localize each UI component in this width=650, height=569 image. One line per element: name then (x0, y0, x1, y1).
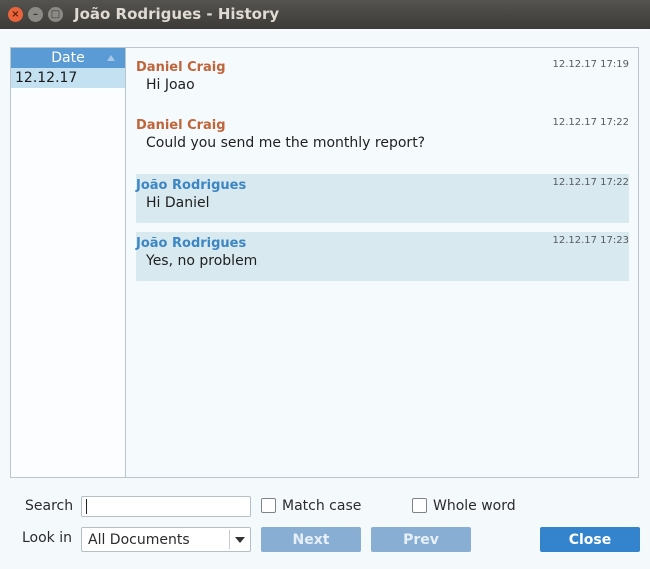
chevron-down-icon[interactable] (235, 537, 245, 543)
match-case-checkbox[interactable] (261, 498, 276, 513)
sort-ascending-icon (107, 55, 115, 61)
select-divider (229, 530, 230, 549)
date-header-label: Date (51, 50, 85, 66)
next-button[interactable]: Next (261, 527, 361, 552)
message-sender: Daniel Craig (136, 60, 226, 75)
minimize-icon[interactable]: – (28, 7, 43, 22)
search-input[interactable] (81, 496, 251, 517)
look-in-label: Look in (22, 530, 73, 546)
message-item: Daniel Craig 12.12.17 17:22 Could you se… (136, 114, 629, 163)
match-case-label[interactable]: Match case (282, 498, 361, 514)
message-text: Hi Daniel (146, 195, 210, 211)
message-timestamp: 12.12.17 17:23 (552, 235, 629, 246)
date-list: Date 12.12.17 (10, 47, 126, 478)
date-list-item[interactable]: 12.12.17 (11, 68, 125, 88)
maximize-icon[interactable]: □ (48, 7, 63, 22)
search-label: Search (25, 498, 74, 514)
message-timestamp: 12.12.17 17:22 (552, 177, 629, 188)
message-text: Could you send me the monthly report? (146, 135, 426, 151)
window-title: João Rodrigues - History (74, 5, 280, 23)
close-icon[interactable]: × (8, 7, 23, 22)
message-item: João Rodrigues 12.12.17 17:23 Yes, no pr… (136, 232, 629, 281)
whole-word-label[interactable]: Whole word (433, 498, 516, 514)
message-timestamp: 12.12.17 17:19 (552, 59, 629, 70)
look-in-selected-value: All Documents (88, 531, 190, 548)
message-item: João Rodrigues 12.12.17 17:22 Hi Daniel (136, 174, 629, 223)
message-sender: João Rodrigues (136, 178, 247, 193)
message-sender: Daniel Craig (136, 118, 226, 133)
whole-word-checkbox[interactable] (412, 498, 427, 513)
message-text: Yes, no problem (146, 253, 258, 269)
message-sender: João Rodrigues (136, 236, 247, 251)
prev-button[interactable]: Prev (371, 527, 471, 552)
close-button[interactable]: Close (540, 527, 640, 552)
title-bar: × – □ João Rodrigues - History (0, 0, 650, 29)
message-timestamp: 12.12.17 17:22 (552, 117, 629, 128)
message-history: Daniel Craig 12.12.17 17:19 Hi Joao Dani… (125, 47, 639, 478)
text-cursor (86, 499, 87, 514)
message-item: Daniel Craig 12.12.17 17:19 Hi Joao (136, 56, 629, 105)
message-text: Hi Joao (146, 77, 195, 93)
look-in-select[interactable]: All Documents (81, 527, 251, 552)
date-column-header[interactable]: Date (11, 48, 125, 68)
